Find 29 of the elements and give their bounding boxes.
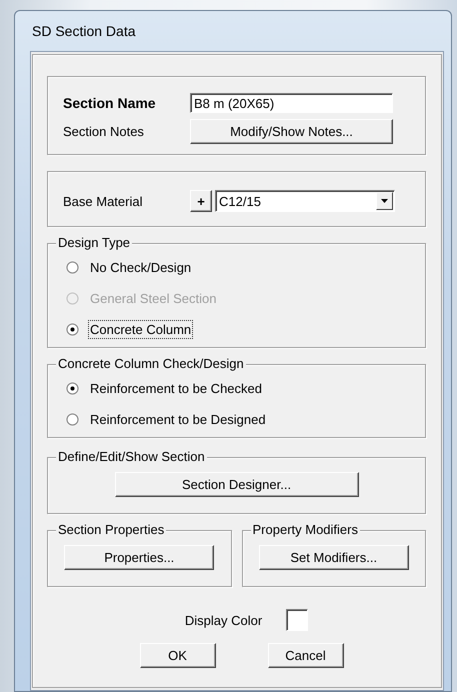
ok-button[interactable]: OK [140,643,216,668]
radio-label: Concrete Column [88,320,194,338]
radio-button[interactable] [66,322,79,336]
field-label: Section Notes [63,124,145,139]
field-label: Base Material [63,194,144,208]
radio-button[interactable] [66,260,79,274]
radio-label: General Steel Section [89,290,218,308]
add-button[interactable]: + [190,190,212,212]
properties-button[interactable]: Properties... [64,545,214,570]
cancel-button[interactable]: Cancel [268,643,344,668]
window-title: SD Section Data [32,23,136,39]
section-designer-button[interactable]: Section Designer... [114,472,358,497]
color-swatch[interactable] [286,609,308,631]
modifiers-button[interactable]: Set Modifiers... [258,545,409,570]
radio-button[interactable] [66,382,79,394]
group-title: Property Modifiers [250,522,360,538]
radio-button[interactable] [66,412,79,426]
radio-label: Reinforcement to be Designed [89,410,267,428]
field-label: Display Color [184,612,262,628]
group-title: Concrete Column Check/Design [56,356,246,372]
notes-button[interactable]: Modify/Show Notes... [190,119,393,144]
section-name-field[interactable]: B8 m (20X65) [190,93,393,113]
material-dropdown[interactable]: C12/15 [215,190,395,212]
radio-label: Reinforcement to be Checked [89,380,263,398]
group-title: Design Type [56,235,132,251]
field-label: Section Name [63,95,157,111]
dropdown-arrow-icon [381,199,388,203]
group-title: Section Properties [56,522,166,538]
radio-label: No Check/Design [89,258,192,276]
